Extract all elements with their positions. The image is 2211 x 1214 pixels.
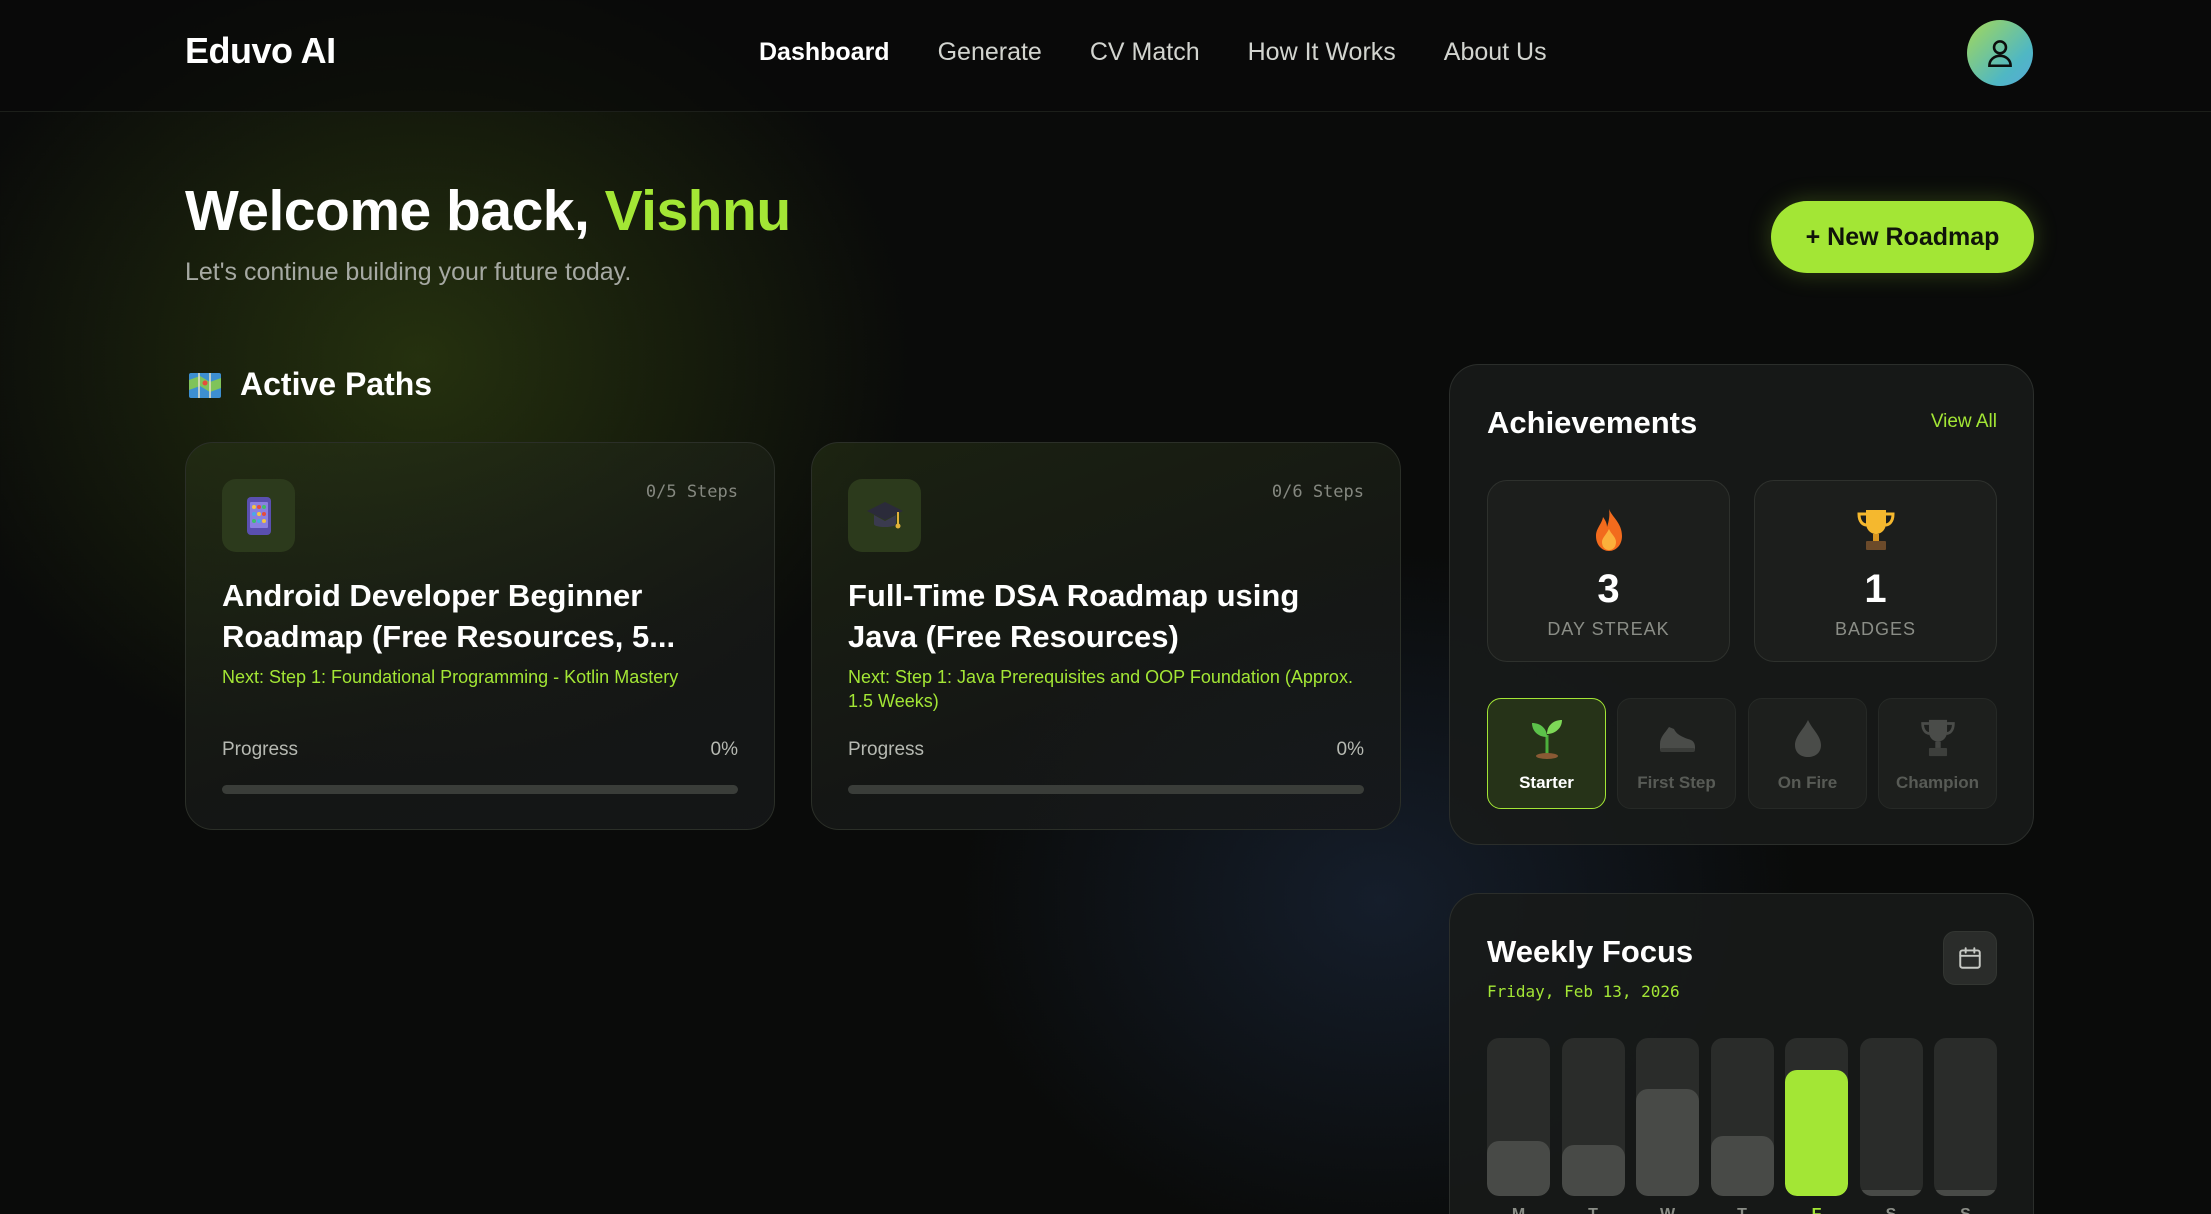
badge-starter[interactable]: Starter	[1487, 698, 1606, 809]
calendar-icon	[1959, 947, 1981, 969]
trophy-icon	[1920, 719, 1955, 757]
drop-icon	[1794, 720, 1821, 757]
badges-value: 1	[1864, 567, 1887, 611]
nav-link-dashboard[interactable]: Dashboard	[759, 38, 890, 67]
roadmap-title[interactable]: Full-Time DSA Roadmap using Java (Free R…	[848, 575, 1368, 657]
avatar[interactable]	[1967, 20, 2033, 86]
day-label: S	[1934, 1206, 1997, 1214]
new-roadmap-button[interactable]: + New Roadmap	[1771, 201, 2034, 273]
next-step: Next: Step 1: Java Prerequisites and OOP…	[848, 667, 1353, 711]
view-all-link[interactable]: View All	[1931, 411, 1997, 433]
progress-label: Progress	[222, 739, 299, 760]
day-bar-fill	[1561, 1145, 1625, 1196]
progress-bar	[848, 785, 1364, 794]
phone-icon	[246, 496, 271, 535]
map-icon	[189, 372, 221, 398]
nav-link-how-it-works[interactable]: How It Works	[1248, 38, 1396, 67]
roadmap-icon-box	[222, 479, 295, 552]
steps-count: 0/5 Steps	[645, 482, 738, 502]
active-paths-title: Active Paths	[240, 366, 433, 402]
brand-logo[interactable]: Eduvo AI	[185, 30, 336, 72]
day-bar-fill	[1636, 1088, 1699, 1196]
roadmap-title[interactable]: Android Developer Beginner Roadmap (Free…	[222, 575, 742, 657]
progress-value: 0%	[1336, 739, 1364, 760]
fire-icon	[1595, 509, 1622, 551]
nav-link-about-us[interactable]: About Us	[1444, 38, 1547, 67]
nav-link-generate[interactable]: Generate	[938, 38, 1042, 67]
user-icon	[1988, 40, 2012, 68]
day-label: F	[1785, 1206, 1848, 1214]
roadmap-icon-box	[848, 479, 921, 552]
day-bar[interactable]	[1785, 1038, 1848, 1196]
day-bar[interactable]	[1859, 1038, 1923, 1196]
badges-stat: 1 BADGES	[1754, 480, 1997, 662]
badge-label: Starter	[1519, 773, 1574, 792]
active-paths-heading: Active Paths	[188, 366, 432, 403]
top-navbar: Eduvo AI Dashboard Generate CV Match How…	[0, 0, 2211, 112]
nav-links: Dashboard Generate CV Match How It Works…	[759, 38, 1547, 67]
day-label: W	[1636, 1206, 1699, 1214]
streak-value: 3	[1597, 567, 1620, 611]
day-label: T	[1711, 1206, 1774, 1214]
welcome-greeting: Welcome back,	[185, 179, 590, 243]
day-bar[interactable]	[1561, 1038, 1625, 1196]
next-step: Next: Step 1: Foundational Programming -…	[222, 667, 679, 687]
weekly-activity-chart: MTWTFSS	[1487, 1038, 1997, 1214]
day-bar-fill	[1934, 1189, 1997, 1196]
day-bar-fill	[1487, 1140, 1550, 1196]
day-bar[interactable]	[1710, 1038, 1774, 1196]
day-bar[interactable]	[1934, 1038, 1997, 1196]
sprout-icon	[1531, 720, 1562, 759]
day-bar[interactable]	[1636, 1038, 1699, 1196]
welcome-subtitle: Let's continue building your future toda…	[185, 258, 632, 286]
day-label: T	[1562, 1206, 1625, 1214]
user-name: Vishnu	[604, 179, 791, 243]
steps-count: 0/6 Steps	[1271, 482, 1364, 502]
badge-label: On Fire	[1777, 773, 1838, 792]
day-bar-fill	[1859, 1189, 1923, 1196]
weekly-focus-panel: Weekly Focus Friday, Feb 13, 2026 M T W T F S…	[1449, 893, 2034, 1214]
day-bar[interactable]	[1487, 1038, 1550, 1196]
badge-champion[interactable]: Champion	[1878, 698, 1997, 809]
progress-bar	[222, 785, 738, 794]
roadmap-card[interactable]: 0/6 Steps Full-Time DSA Roadmap using Ja…	[811, 442, 1401, 830]
achievements-panel: Achievements View All 3 DAY STREAK 1 BAD…	[1449, 364, 2034, 845]
day-bar-fill	[1710, 1135, 1774, 1196]
trophy-icon	[1856, 510, 1895, 550]
calendar-button[interactable]	[1943, 931, 1997, 985]
nav-link-cv-match[interactable]: CV Match	[1090, 38, 1200, 67]
weekly-focus-title: Weekly Focus	[1487, 934, 1694, 969]
day-label: M	[1487, 1206, 1550, 1214]
badges-label: BADGES	[1834, 619, 1917, 639]
badge-label: Champion	[1895, 773, 1980, 792]
day-label: S	[1860, 1206, 1923, 1214]
badge-on-fire[interactable]: On Fire	[1748, 698, 1867, 809]
streak-label: DAY STREAK	[1547, 619, 1670, 639]
graduation-cap-icon	[866, 501, 903, 528]
welcome-heading: Welcome back, Vishnu	[185, 178, 791, 244]
badge-first-step[interactable]: First Step	[1617, 698, 1736, 809]
badge-label: First Step	[1637, 773, 1716, 792]
day-streak-stat: 3 DAY STREAK	[1487, 480, 1730, 662]
day-bar-fill	[1785, 1069, 1848, 1196]
roadmap-card[interactable]: 0/5 Steps Android Developer Beginner Roa…	[185, 442, 775, 830]
current-date: Friday, Feb 13, 2026	[1487, 982, 1680, 1001]
achievements-title: Achievements	[1487, 405, 1698, 440]
progress-label: Progress	[848, 739, 925, 760]
progress-value: 0%	[710, 739, 738, 760]
sneaker-icon	[1659, 727, 1695, 752]
